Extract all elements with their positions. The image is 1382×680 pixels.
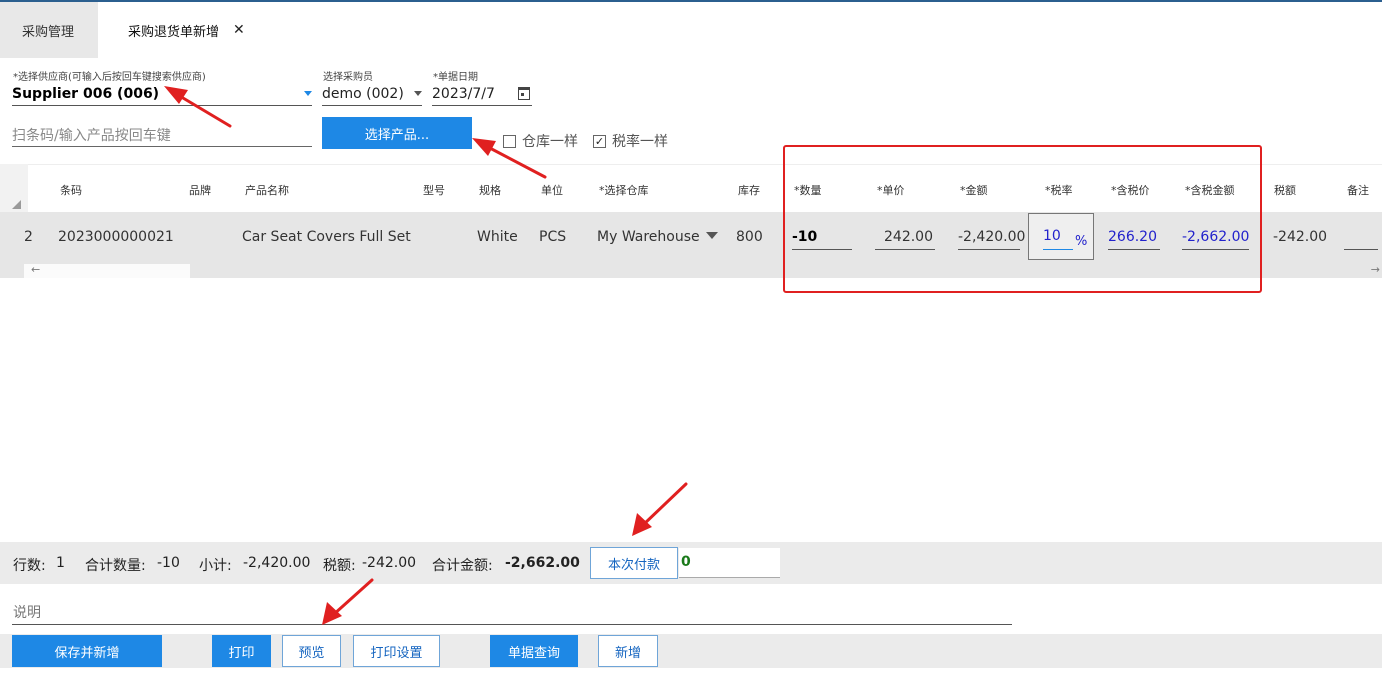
- arrow-left-icon[interactable]: ←: [31, 263, 40, 276]
- supplier-value: Supplier 006 (006): [12, 85, 160, 102]
- annotation-arrow-preview: [322, 578, 374, 625]
- buyer-label: 选择采购员: [323, 72, 373, 83]
- summary-bar: 行数: 1 合计数量: -10 小计: -2,420.00 税额: -242.0…: [0, 542, 1382, 584]
- cell-stock: 800: [736, 229, 763, 245]
- select-product-button[interactable]: 选择产品...: [322, 117, 472, 149]
- col-remark[interactable]: 备注: [1347, 182, 1369, 198]
- annotation-box: [783, 145, 1262, 293]
- col-model[interactable]: 型号: [423, 182, 445, 198]
- warehouse-value: My Warehouse: [597, 229, 700, 245]
- barcode-input[interactable]: 扫条码/输入产品按回车键: [12, 123, 312, 147]
- cell-warehouse[interactable]: My Warehouse: [597, 229, 718, 245]
- annotation-arrow-pay: [632, 482, 688, 536]
- supplier-label: *选择供应商(可输入后按回车键搜索供应商): [13, 72, 206, 83]
- pay-amount-input[interactable]: 0: [679, 548, 780, 578]
- cell-unit[interactable]: PCS: [539, 229, 566, 245]
- cell-barcode[interactable]: 2023000000021: [58, 229, 174, 245]
- tax-value: -242.00: [362, 555, 417, 571]
- supplier-select[interactable]: Supplier 006 (006): [12, 82, 312, 106]
- col-warehouse[interactable]: *选择仓库: [599, 182, 649, 198]
- memo-underline: [12, 624, 1012, 625]
- qty-value: -10: [157, 555, 180, 571]
- scrollbar-thumb[interactable]: [24, 264, 190, 278]
- chevron-down-icon[interactable]: [705, 232, 718, 239]
- total-value: -2,662.00: [505, 555, 580, 571]
- buyer-value: demo (002): [322, 85, 404, 102]
- row-index: 2: [24, 229, 33, 245]
- same-tax-rate-label: 税率一样: [612, 134, 668, 150]
- checkmark-icon[interactable]: ✓: [593, 134, 606, 148]
- calendar-icon[interactable]: [518, 87, 530, 100]
- col-unit[interactable]: 单位: [541, 182, 563, 198]
- same-warehouse-label: 仓库一样: [522, 134, 578, 150]
- tab-label: 采购退货单新增: [128, 24, 220, 40]
- chevron-down-icon: [304, 91, 312, 96]
- date-value: 2023/7/7: [432, 85, 495, 102]
- pay-now-button[interactable]: 本次付款: [590, 547, 678, 579]
- remark-input[interactable]: [1344, 226, 1378, 250]
- tab-bar: 采购管理 采购退货单新增 ✕: [0, 2, 245, 58]
- memo-input[interactable]: 说明: [13, 602, 41, 622]
- preview-button[interactable]: 预览: [282, 635, 341, 667]
- col-barcode[interactable]: 条码: [60, 182, 82, 198]
- col-stock[interactable]: 库存: [738, 182, 760, 198]
- tab-purchase-management[interactable]: 采购管理: [0, 2, 98, 58]
- col-tax[interactable]: 税额: [1274, 182, 1296, 198]
- buyer-select[interactable]: demo (002): [322, 82, 422, 106]
- col-spec[interactable]: 规格: [479, 182, 501, 198]
- col-brand[interactable]: 品牌: [189, 182, 211, 198]
- tax-label: 税额:: [323, 558, 356, 574]
- grid-corner[interactable]: [0, 164, 28, 212]
- arrow-right-icon[interactable]: →: [1371, 263, 1380, 276]
- print-settings-button[interactable]: 打印设置: [353, 635, 440, 667]
- query-button[interactable]: 单据查询: [490, 635, 578, 667]
- cell-tax: -242.00: [1273, 229, 1328, 245]
- checkbox-box[interactable]: [503, 134, 516, 148]
- close-icon[interactable]: ✕: [233, 22, 245, 38]
- print-button[interactable]: 打印: [212, 635, 271, 667]
- subtotal-value: -2,420.00: [243, 555, 311, 571]
- cell-product-name[interactable]: Car Seat Covers Full Set: [242, 229, 411, 245]
- col-product-name[interactable]: 产品名称: [245, 182, 289, 198]
- tab-purchase-return-new[interactable]: 采购退货单新增 ✕: [98, 2, 245, 58]
- rows-label: 行数:: [13, 558, 46, 574]
- chevron-down-icon: [414, 91, 422, 96]
- tab-label: 采购管理: [22, 24, 75, 40]
- same-tax-rate-checkbox[interactable]: ✓ 税率一样: [593, 131, 668, 151]
- action-bar: [0, 634, 1382, 668]
- same-warehouse-checkbox[interactable]: 仓库一样: [503, 131, 578, 151]
- total-label: 合计金额:: [432, 558, 493, 574]
- barcode-placeholder: 扫条码/输入产品按回车键: [12, 127, 171, 144]
- select-all-icon: [12, 200, 21, 209]
- rows-value: 1: [56, 555, 65, 571]
- save-and-new-button[interactable]: 保存并新增: [12, 635, 162, 667]
- subtotal-label: 小计:: [199, 558, 232, 574]
- date-field[interactable]: 2023/7/7: [432, 82, 532, 106]
- new-button[interactable]: 新增: [598, 635, 658, 667]
- date-label: *单据日期: [433, 72, 478, 83]
- cell-spec[interactable]: White: [477, 229, 518, 245]
- qty-label: 合计数量:: [85, 558, 146, 574]
